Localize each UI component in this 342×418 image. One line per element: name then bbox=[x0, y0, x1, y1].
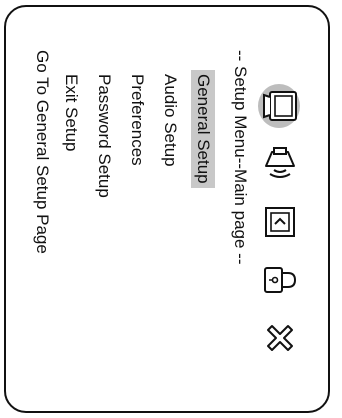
status-hint: Go To General Setup Page bbox=[33, 50, 52, 254]
exit-icon[interactable] bbox=[254, 312, 306, 364]
menu-item-audio-setup[interactable]: Audio Setup bbox=[154, 70, 187, 202]
preferences-icon[interactable] bbox=[254, 196, 306, 248]
password-lock-icon[interactable] bbox=[254, 254, 306, 306]
menu-item-label: General Setup bbox=[191, 70, 215, 188]
menu-item-exit-setup[interactable]: Exit Setup bbox=[55, 70, 88, 202]
menu-item-password-setup[interactable]: Password Setup bbox=[88, 70, 121, 202]
menu-item-preferences[interactable]: Preferences bbox=[121, 70, 154, 202]
setup-menu-screen: -- Setup Menu--Main page -- General Setu… bbox=[0, 0, 342, 418]
menu-item-label: Preferences bbox=[128, 74, 147, 166]
menu-item-label: Password Setup bbox=[95, 74, 114, 198]
menu-item-general-setup[interactable]: General Setup bbox=[187, 70, 220, 202]
setup-toolbar bbox=[254, 80, 306, 370]
menu-item-label: Exit Setup bbox=[62, 74, 81, 152]
menu-item-label: Audio Setup bbox=[161, 74, 180, 167]
general-setup-icon[interactable] bbox=[254, 80, 306, 132]
setup-menu: General Setup Audio Setup Preferences Pa… bbox=[55, 70, 220, 202]
page-title: -- Setup Menu--Main page -- bbox=[231, 50, 250, 265]
audio-setup-icon[interactable] bbox=[254, 138, 306, 190]
